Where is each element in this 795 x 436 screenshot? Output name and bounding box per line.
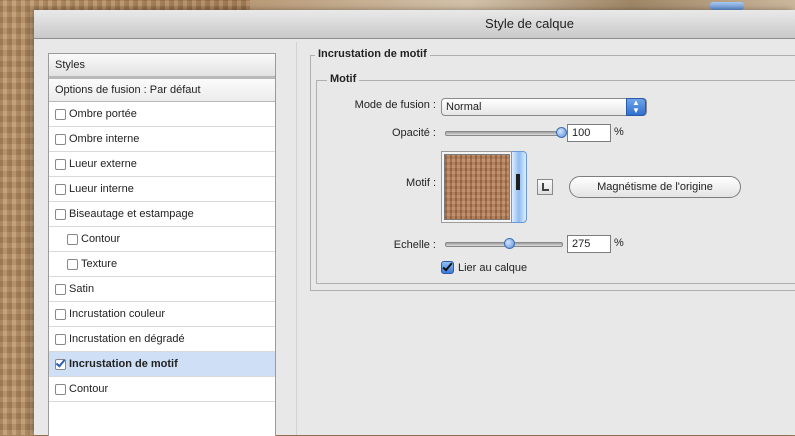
style-item-label: Biseautage et estampage [69, 208, 194, 220]
style-item-label: Ombre interne [69, 133, 140, 145]
styles-header[interactable]: Styles [49, 54, 275, 79]
up-down-arrows-icon: ▲ ▼ [626, 98, 646, 116]
style-item[interactable]: Ombre portée [49, 102, 275, 127]
style-item[interactable]: Incrustation couleur [49, 302, 275, 327]
style-item[interactable]: Satin [49, 277, 275, 302]
pattern-subgroup: Motif Mode de fusion : Normal ▲ ▼ Opacité… [316, 73, 795, 284]
style-item-checkbox[interactable] [55, 158, 66, 170]
style-item-label: Incrustation couleur [69, 308, 165, 320]
new-preset-icon[interactable] [537, 179, 553, 195]
style-item-label: Incrustation en dégradé [69, 333, 185, 345]
style-item-checkbox[interactable] [55, 308, 66, 320]
scale-input[interactable]: 275 [567, 235, 611, 253]
style-item-checkbox[interactable] [67, 233, 78, 245]
blend-mode-select[interactable]: Normal ▲ ▼ [441, 98, 647, 116]
style-item-label: Contour [69, 383, 109, 395]
style-item[interactable]: Contour [49, 227, 275, 252]
style-item-label: Incrustation de motif [69, 358, 178, 370]
blend-mode-label: Mode de fusion : [354, 99, 436, 111]
scale-slider-thumb[interactable] [503, 238, 515, 249]
pattern-preview-frame[interactable] [441, 151, 513, 223]
style-item-label: Ombre portée [69, 108, 137, 120]
panel-divider [296, 42, 297, 435]
window-title: Style de calque [485, 16, 574, 31]
style-item[interactable]: Incrustation en dégradé [49, 327, 275, 352]
styles-list-panel: Styles Options de fusion : Par défaut Om… [48, 53, 276, 436]
link-layer-checkbox[interactable] [441, 261, 454, 274]
style-item-checkbox[interactable] [55, 358, 66, 370]
style-item[interactable]: Texture [49, 252, 275, 277]
style-item[interactable]: Contour [49, 377, 275, 402]
style-item-label: Satin [69, 283, 95, 295]
style-item[interactable]: Lueur externe [49, 152, 275, 177]
style-item[interactable]: Incrustation de motif [49, 352, 275, 377]
style-item-checkbox[interactable] [55, 283, 66, 295]
opacity-label: Opacité : [391, 127, 436, 139]
style-item-label: Contour [81, 233, 121, 245]
pattern-label: Motif : [406, 177, 436, 189]
style-item-label: Lueur externe [69, 158, 137, 170]
link-layer-label: Lier au calque [458, 261, 528, 274]
style-item[interactable]: Lueur interne [49, 177, 275, 202]
style-item-checkbox[interactable] [55, 183, 66, 195]
top-background-strip [250, 0, 795, 10]
scale-label: Echelle : [393, 239, 436, 251]
scale-unit: % [614, 237, 624, 249]
style-item-checkbox[interactable] [55, 208, 66, 220]
style-item[interactable]: Biseautage et estampage [49, 202, 275, 227]
opacity-slider-thumb[interactable] [556, 127, 567, 138]
background-blue-control [710, 2, 744, 10]
style-item-label: Lueur interne [69, 183, 134, 195]
style-item-checkbox[interactable] [55, 333, 66, 345]
opacity-input[interactable]: 100 [567, 124, 611, 142]
subgroup-title: Motif [327, 73, 360, 85]
snap-origin-button[interactable]: Magnétisme de l'origine [569, 176, 741, 198]
layer-style-dialog: Style de calque Styles Options de fusion… [34, 10, 795, 436]
blend-mode-value: Normal [446, 101, 482, 113]
style-item-label: Texture [81, 258, 118, 270]
style-item-checkbox[interactable] [55, 133, 66, 145]
fusion-options-item[interactable]: Options de fusion : Par défaut [49, 79, 275, 102]
title-bar[interactable]: Style de calque [34, 10, 795, 39]
link-layer-row[interactable]: Lier au calque [441, 261, 527, 274]
opacity-unit: % [614, 126, 624, 138]
pattern-picker-icon[interactable] [511, 151, 527, 223]
pattern-overlay-group: Incrustation de motif Motif Mode de fusi… [310, 48, 795, 291]
style-item-checkbox[interactable] [55, 108, 66, 120]
style-effects-list: Ombre portée Ombre interne Lueur externe Lu… [49, 102, 275, 402]
opacity-slider-track[interactable] [445, 131, 563, 136]
style-item-checkbox[interactable] [55, 383, 66, 395]
style-item[interactable]: Ombre interne [49, 127, 275, 152]
style-item-checkbox[interactable] [67, 258, 78, 270]
group-title: Incrustation de motif [315, 48, 430, 60]
pattern-swatch [444, 154, 510, 220]
